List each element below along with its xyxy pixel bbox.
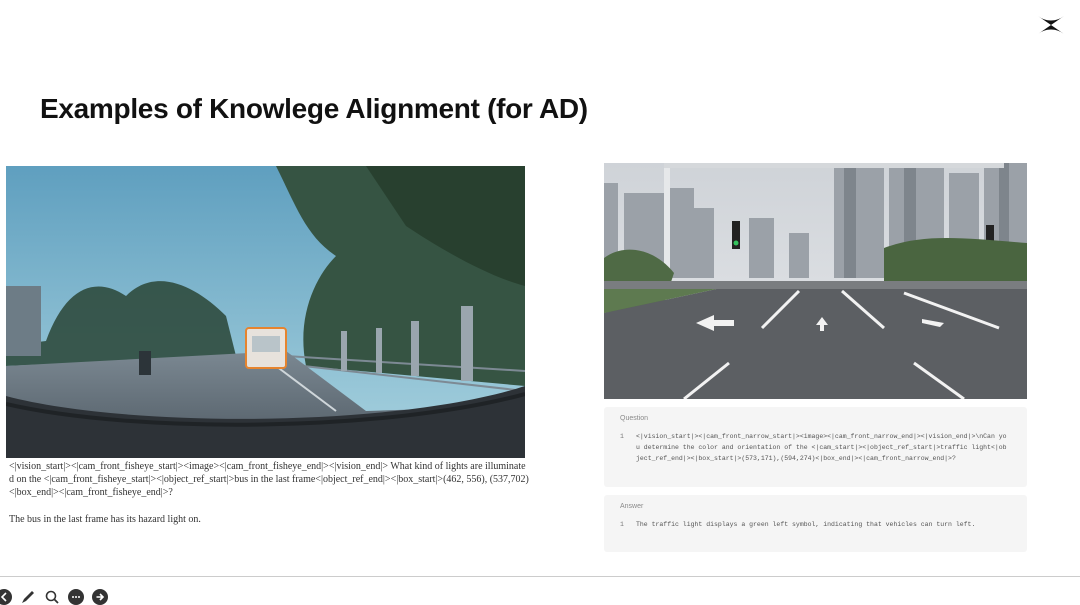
answer-label: Answer <box>620 503 644 510</box>
arrow-left-icon[interactable] <box>0 589 12 605</box>
more-icon[interactable] <box>68 589 84 605</box>
left-example-text: <|vision_start|><|cam_front_fisheye_star… <box>9 460 529 526</box>
fisheye-camera-image <box>6 166 525 458</box>
zoom-icon[interactable] <box>44 589 60 605</box>
x-logo-icon <box>1038 16 1064 34</box>
answer-panel: Answer 1 The traffic light displays a gr… <box>604 495 1027 552</box>
narrow-camera-image <box>604 163 1027 399</box>
left-prompt-text: <|vision_start|><|cam_front_fisheye_star… <box>9 461 529 498</box>
left-answer-text: The bus in the last frame has its hazard… <box>9 514 201 525</box>
question-label: Question <box>620 415 649 422</box>
answer-line-number: 1 <box>620 521 624 528</box>
pen-icon[interactable] <box>20 589 36 605</box>
slide: Examples of Knowlege Alignment (for AD) <box>0 0 1080 605</box>
question-text: <|vision_start|><|cam_front_narrow_start… <box>636 433 1007 462</box>
question-line-number: 1 <box>620 433 624 440</box>
arrow-right-icon[interactable] <box>92 589 108 605</box>
question-panel: Question 1 <|vision_start|><|cam_front_n… <box>604 407 1027 487</box>
bottom-divider <box>0 576 1080 577</box>
slide-title: Examples of Knowlege Alignment (for AD) <box>40 93 588 124</box>
answer-text: The traffic light displays a green left … <box>636 521 976 528</box>
presentation-toolbar <box>0 589 108 605</box>
